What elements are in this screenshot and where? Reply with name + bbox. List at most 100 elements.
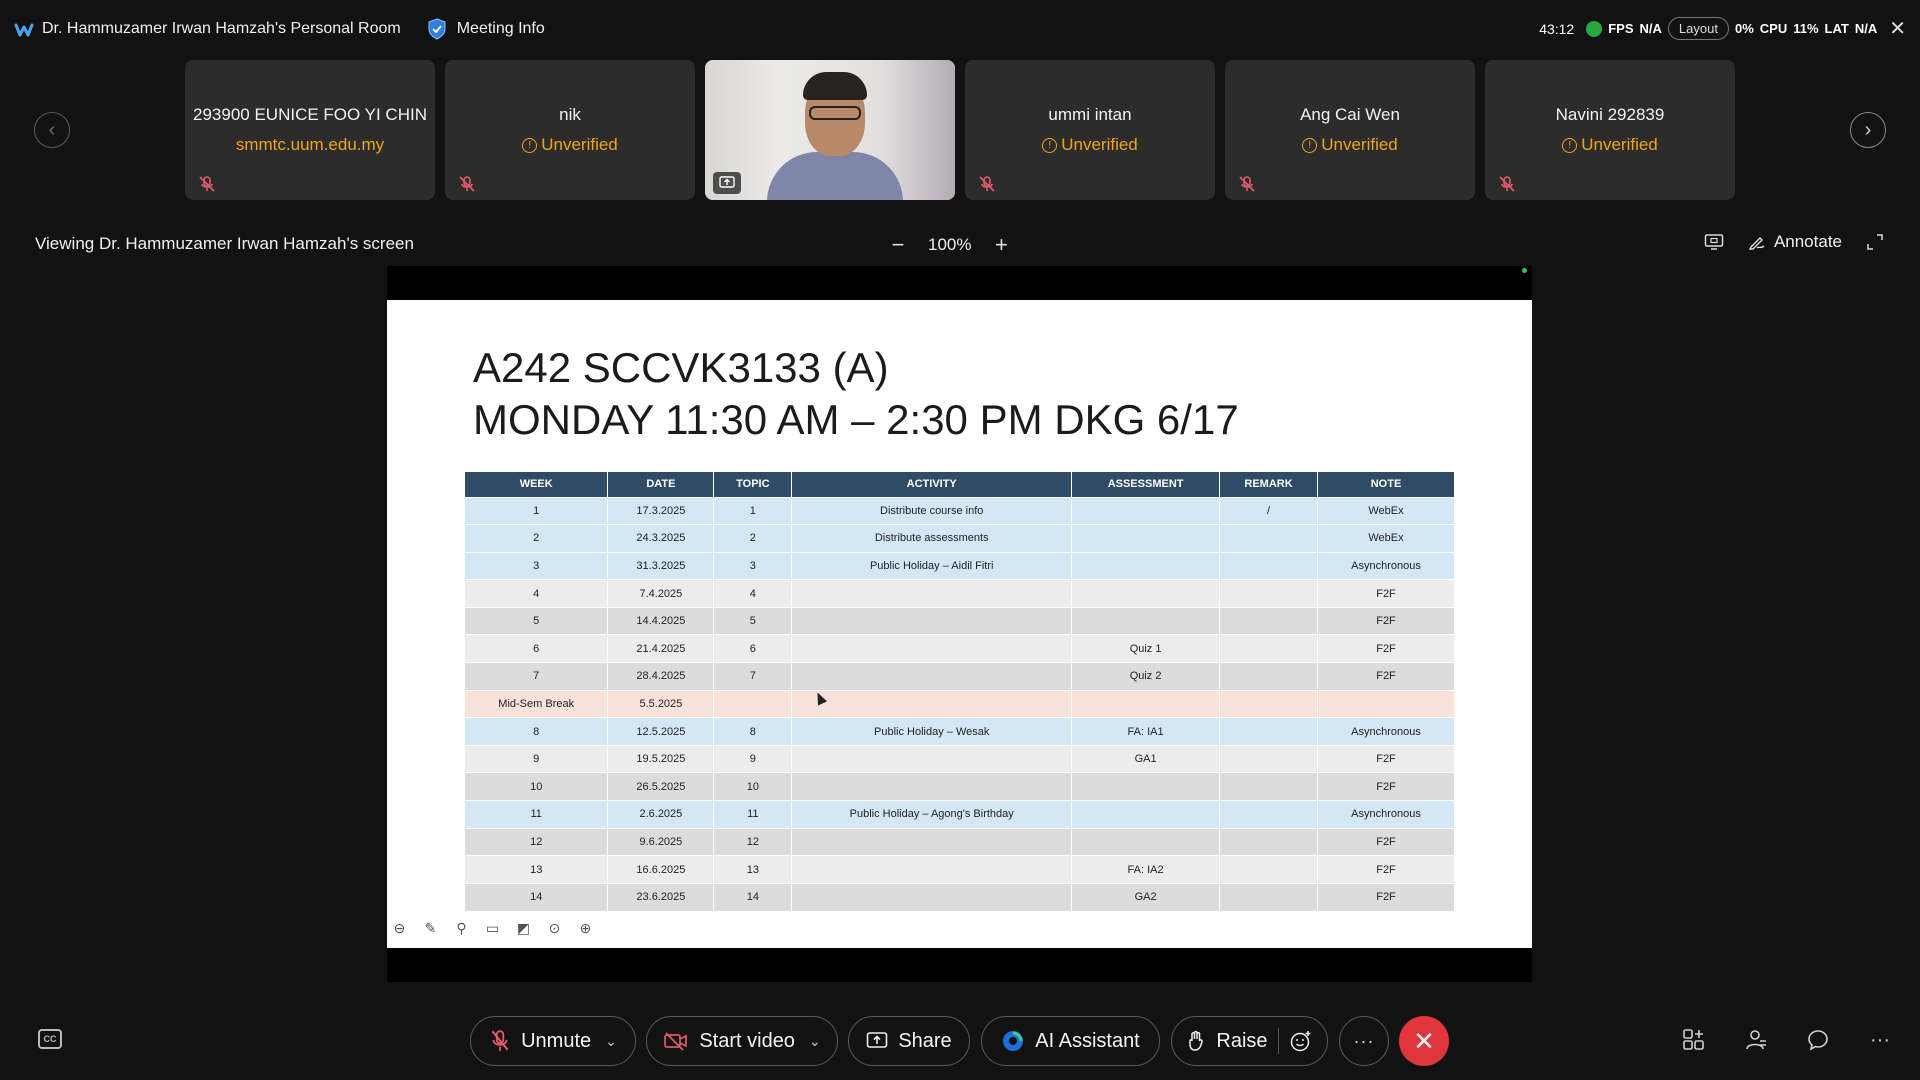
table-cell: GA2	[1071, 882, 1221, 911]
leave-meeting-button[interactable]: ✕	[1399, 1016, 1449, 1066]
table-header: NOTE	[1317, 472, 1455, 497]
presenter-glasses	[809, 106, 861, 120]
presentation-slide: A242 SCCVK3133 (A) MONDAY 11:30 AM – 2:3…	[387, 300, 1532, 948]
table-row: 2 24.3.2025 2 Distribute assessments WebEx	[465, 524, 1455, 553]
table-row: 14 23.6.2025 14 GA2 F2F	[465, 882, 1455, 911]
share-screen-icon	[867, 1032, 888, 1048]
table-cell: 2.6.2025	[607, 800, 715, 829]
raise-hand-icon[interactable]	[1186, 1030, 1206, 1052]
camera-off-icon[interactable]: ◩	[513, 918, 534, 939]
table-row: 9 19.5.2025 9 GA1 F2F	[465, 744, 1455, 773]
table-cell: 14	[465, 882, 609, 911]
strip-prev-button[interactable]: ‹	[34, 112, 70, 148]
start-video-button[interactable]: Start video ⌄	[646, 1016, 838, 1066]
slide-title-line2: MONDAY 11:30 AM – 2:30 PM DKG 6/17	[473, 396, 1239, 443]
table-cell	[1219, 827, 1319, 856]
participant-tile[interactable]: Ang Cai Wen ! Unverified	[1225, 60, 1475, 200]
fps-label: FPS	[1608, 21, 1634, 36]
divider	[1277, 1028, 1279, 1054]
annotate-label: Annotate	[1773, 232, 1842, 251]
table-cell	[791, 827, 1073, 856]
share-button[interactable]: Share	[848, 1016, 970, 1066]
strip-next-button[interactable]: ›	[1850, 112, 1886, 148]
meeting-info-button[interactable]: Meeting Info	[427, 18, 545, 40]
table-cell: Distribute course info	[791, 496, 1073, 525]
table-cell	[1219, 744, 1319, 773]
fullscreen-icon[interactable]	[1866, 233, 1884, 251]
table-cell: 13	[713, 855, 793, 884]
unverified-badge: ! Unverified	[965, 135, 1215, 155]
slide-toolbar: ⊖ ✎ ⚲ ▭ ◩ ⊙ ⊕	[389, 918, 596, 939]
apps-icon[interactable]	[1680, 1026, 1708, 1054]
presenter-video-tile[interactable]	[705, 60, 955, 200]
participant-tile[interactable]: nik ! Unverified	[445, 60, 695, 200]
more-options-button[interactable]: ···	[1339, 1016, 1389, 1066]
annotate-button[interactable]: Annotate	[1748, 232, 1842, 252]
close-icon[interactable]: ✕	[1889, 16, 1906, 41]
subtitles-icon[interactable]: ▭	[482, 918, 503, 939]
table-cell: F2F	[1317, 579, 1455, 608]
participant-tile[interactable]: Navini 292839 ! Unverified	[1485, 60, 1735, 200]
participant-tile[interactable]: ummi intan ! Unverified	[965, 60, 1215, 200]
pen-icon	[1748, 237, 1765, 250]
cpu-label: CPU	[1759, 21, 1788, 36]
raise-label[interactable]: Raise	[1216, 1030, 1267, 1053]
table-cell: Quiz 1	[1071, 634, 1221, 663]
shield-icon	[428, 18, 446, 40]
table-cell	[791, 882, 1073, 911]
network-stats[interactable]: FPS N/A Layout 0% CPU 11% LAT N/A	[1586, 17, 1877, 40]
table-cell	[1219, 524, 1319, 553]
participants-icon[interactable]	[1742, 1026, 1770, 1054]
table-row: 10 26.5.2025 10 F2F	[465, 772, 1455, 801]
table-cell: 3	[713, 551, 793, 580]
warning-circle-icon: !	[1562, 137, 1578, 153]
chat-icon[interactable]	[1804, 1026, 1832, 1054]
table-cell: GA1	[1071, 744, 1221, 773]
table-cell: F2F	[1317, 772, 1455, 801]
table-cell: 7.4.2025	[607, 579, 715, 608]
share-label: Share	[898, 1029, 952, 1052]
zoom-in-button[interactable]: +	[993, 232, 1009, 258]
display-options-icon[interactable]	[1704, 233, 1724, 251]
pen-tool-icon[interactable]: ✎	[420, 918, 441, 939]
unverified-badge: ! Unverified	[1225, 135, 1475, 155]
table-cell: 9.6.2025	[607, 827, 715, 856]
previous-slide-icon[interactable]: ⊖	[389, 918, 410, 939]
table-cell: Public Holiday – Agong's Birthday	[791, 800, 1073, 829]
shared-screen[interactable]: A242 SCCVK3133 (A) MONDAY 11:30 AM – 2:3…	[387, 266, 1532, 982]
table-cell	[1219, 551, 1319, 580]
table-row: 12 9.6.2025 12 F2F	[465, 827, 1455, 856]
zoom-out-button[interactable]: −	[890, 232, 906, 258]
table-cell	[1219, 689, 1319, 718]
participant-name: nik	[559, 105, 581, 124]
chevron-down-icon[interactable]: ⌄	[809, 1033, 821, 1050]
participant-tile[interactable]: 293900 EUNICE FOO YI CHIN smmtc.uum.edu.…	[185, 60, 435, 200]
view-actions: Annotate	[1704, 232, 1884, 252]
table-cell: /	[1219, 496, 1319, 525]
table-header: TOPIC	[713, 472, 793, 497]
table-cell: 7	[465, 662, 609, 691]
zoom-controls: − 100% +	[890, 232, 1009, 258]
table-header: DATE	[607, 472, 715, 497]
participant-name: 293900 EUNICE FOO YI CHIN	[193, 105, 427, 124]
table-cell	[1071, 551, 1221, 580]
reactions-emoji-icon[interactable]	[1289, 1029, 1313, 1053]
table-cell: 16.6.2025	[607, 855, 715, 884]
unmute-button[interactable]: Unmute ⌄	[470, 1016, 636, 1066]
chevron-right-icon: ›	[1864, 118, 1872, 141]
table-cell: 11	[713, 800, 793, 829]
next-slide-icon[interactable]: ⊕	[575, 918, 596, 939]
table-cell: 5	[713, 606, 793, 635]
chevron-down-icon[interactable]: ⌄	[605, 1033, 617, 1050]
slide-title: A242 SCCVK3133 (A) MONDAY 11:30 AM – 2:3…	[473, 342, 1239, 446]
more-options-icon[interactable]: ⊙	[544, 918, 565, 939]
viewing-bar: Viewing Dr. Hammuzamer Irwan Hamzah's sc…	[0, 228, 1920, 262]
table-cell	[791, 744, 1073, 773]
closed-captions-button[interactable]: CC	[38, 1029, 62, 1049]
chevron-left-icon: ‹	[48, 118, 56, 141]
more-horizontal-icon[interactable]: ···	[1866, 1026, 1894, 1054]
ai-assistant-button[interactable]: AI Assistant	[981, 1016, 1160, 1066]
layout-button[interactable]: Layout	[1667, 17, 1729, 40]
table-row: 13 16.6.2025 13 FA: IA2 F2F	[465, 855, 1455, 884]
magnifier-icon[interactable]: ⚲	[451, 918, 472, 939]
